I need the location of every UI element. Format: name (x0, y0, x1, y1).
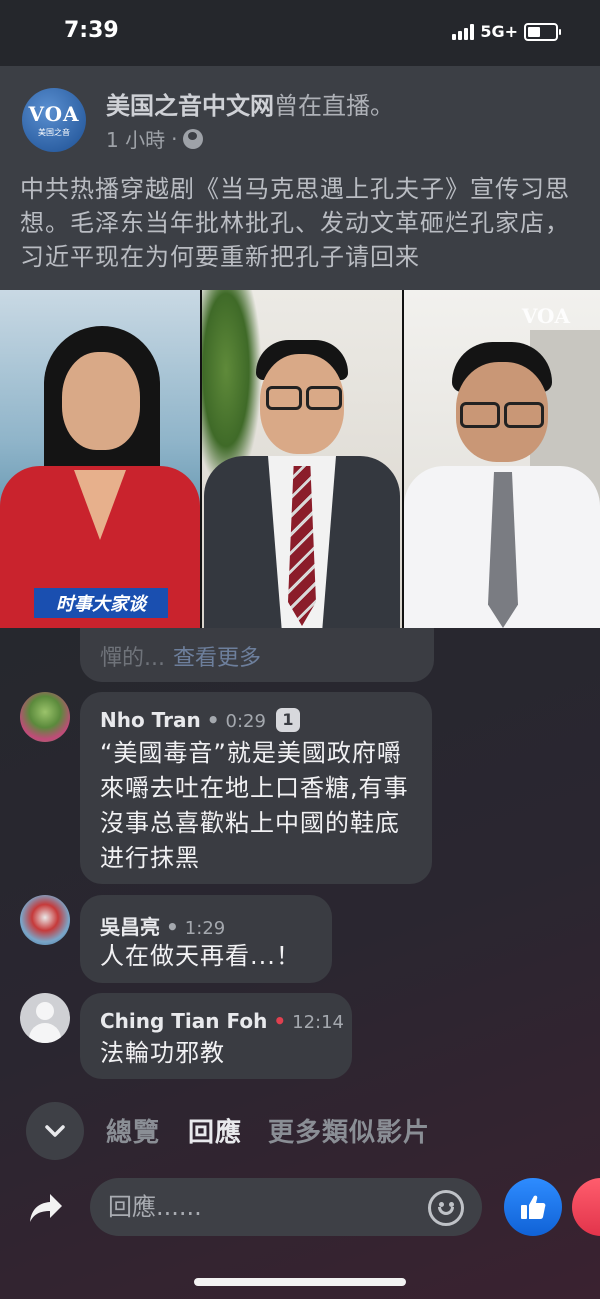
post-timestamp[interactable]: 1 小時 (106, 124, 165, 153)
live-dot: • (273, 1009, 287, 1033)
emoji-icon[interactable] (428, 1190, 464, 1226)
see-more-link[interactable]: 查看更多 (173, 646, 261, 671)
avatar[interactable] (20, 895, 70, 945)
like-button[interactable] (504, 1178, 562, 1236)
comment-text: 法輪功邪教 (100, 1039, 225, 1067)
chevron-down-icon (45, 1125, 65, 1137)
video-panel-host: 时事大家谈 (0, 290, 200, 628)
comment-text: “美國毒音”就是美國政府嚼來嚼去吐在地上口香糖,有事沒事总喜歡粘上中國的鞋底进行… (100, 739, 409, 872)
post-author[interactable]: 美国之音中文网曾在直播。 (106, 86, 394, 121)
comment-author-line: Nho Tran • 0:29 1 (100, 708, 300, 732)
video-panel-guest1 (202, 290, 402, 628)
video-panel-guest2: VOA (404, 290, 600, 628)
tab-more-videos[interactable]: 更多類似影片 (268, 1112, 430, 1149)
post-card: VOA 美国之音 美国之音中文网曾在直播。 1 小時 · 中共热播穿越剧《当马克… (0, 66, 600, 290)
comment-author[interactable]: Nho Tran (100, 708, 201, 732)
video-player[interactable]: 时事大家谈 VOA (0, 290, 600, 628)
thumbs-up-icon (521, 1195, 546, 1219)
home-indicator (194, 1278, 406, 1286)
comment-author[interactable]: Ching Tian Foh (100, 1009, 267, 1033)
post-meta: 1 小時 · (106, 124, 204, 153)
status-bar: 7:39 5G+ (0, 0, 600, 66)
heart-icon[interactable] (572, 1178, 600, 1236)
clock: 7:39 (64, 18, 119, 43)
battery-icon (524, 22, 561, 41)
page-avatar[interactable]: VOA 美国之音 (22, 88, 86, 152)
comment-author-line: 吳昌亮 • 1:29 (100, 911, 225, 940)
globe-icon (183, 128, 204, 149)
show-caption: 时事大家谈 (34, 588, 168, 618)
previous-comment-text: 憚的... 查看更多 (100, 640, 261, 672)
collapse-button[interactable] (26, 1102, 84, 1160)
comment-time[interactable]: 12:14 (292, 1012, 344, 1033)
default-avatar-icon[interactable] (20, 993, 70, 1043)
meta-dot: • (206, 708, 220, 732)
status-icons: 5G+ (452, 22, 561, 41)
avatar-logo-text: VOA (28, 102, 80, 126)
previous-comment-snippet: 憚的... (100, 646, 165, 671)
live-status: 曾在直播。 (274, 92, 394, 120)
post-text[interactable]: 中共热播穿越剧《当马克思遇上孔夫子》宣传习思想。毛泽东当年批林批孔、发动文革砸烂… (20, 172, 580, 274)
tab-replies[interactable]: 回應 (188, 1112, 242, 1149)
avatar-logo-subtext: 美国之音 (38, 128, 70, 137)
network-type: 5G+ (480, 22, 518, 41)
share-icon[interactable] (28, 1192, 64, 1224)
comment-time[interactable]: 1:29 (185, 918, 225, 939)
meta-separator: · (171, 126, 178, 151)
page-name[interactable]: 美国之音中文网 (106, 92, 274, 120)
comment-author-line: Ching Tian Foh • 12:14 (100, 1009, 344, 1033)
reply-input[interactable] (90, 1178, 482, 1236)
comment-time[interactable]: 0:29 (226, 711, 266, 732)
signal-icon (452, 23, 475, 40)
comment-text: 人在做天再看...！ (100, 942, 301, 970)
video-watermark: VOA (521, 304, 570, 328)
tab-overview[interactable]: 總覽 (106, 1112, 160, 1149)
info-badge-icon: 1 (275, 708, 300, 732)
comment-author[interactable]: 吳昌亮 (100, 915, 160, 939)
avatar[interactable] (20, 692, 70, 742)
meta-dot: • (166, 915, 179, 939)
